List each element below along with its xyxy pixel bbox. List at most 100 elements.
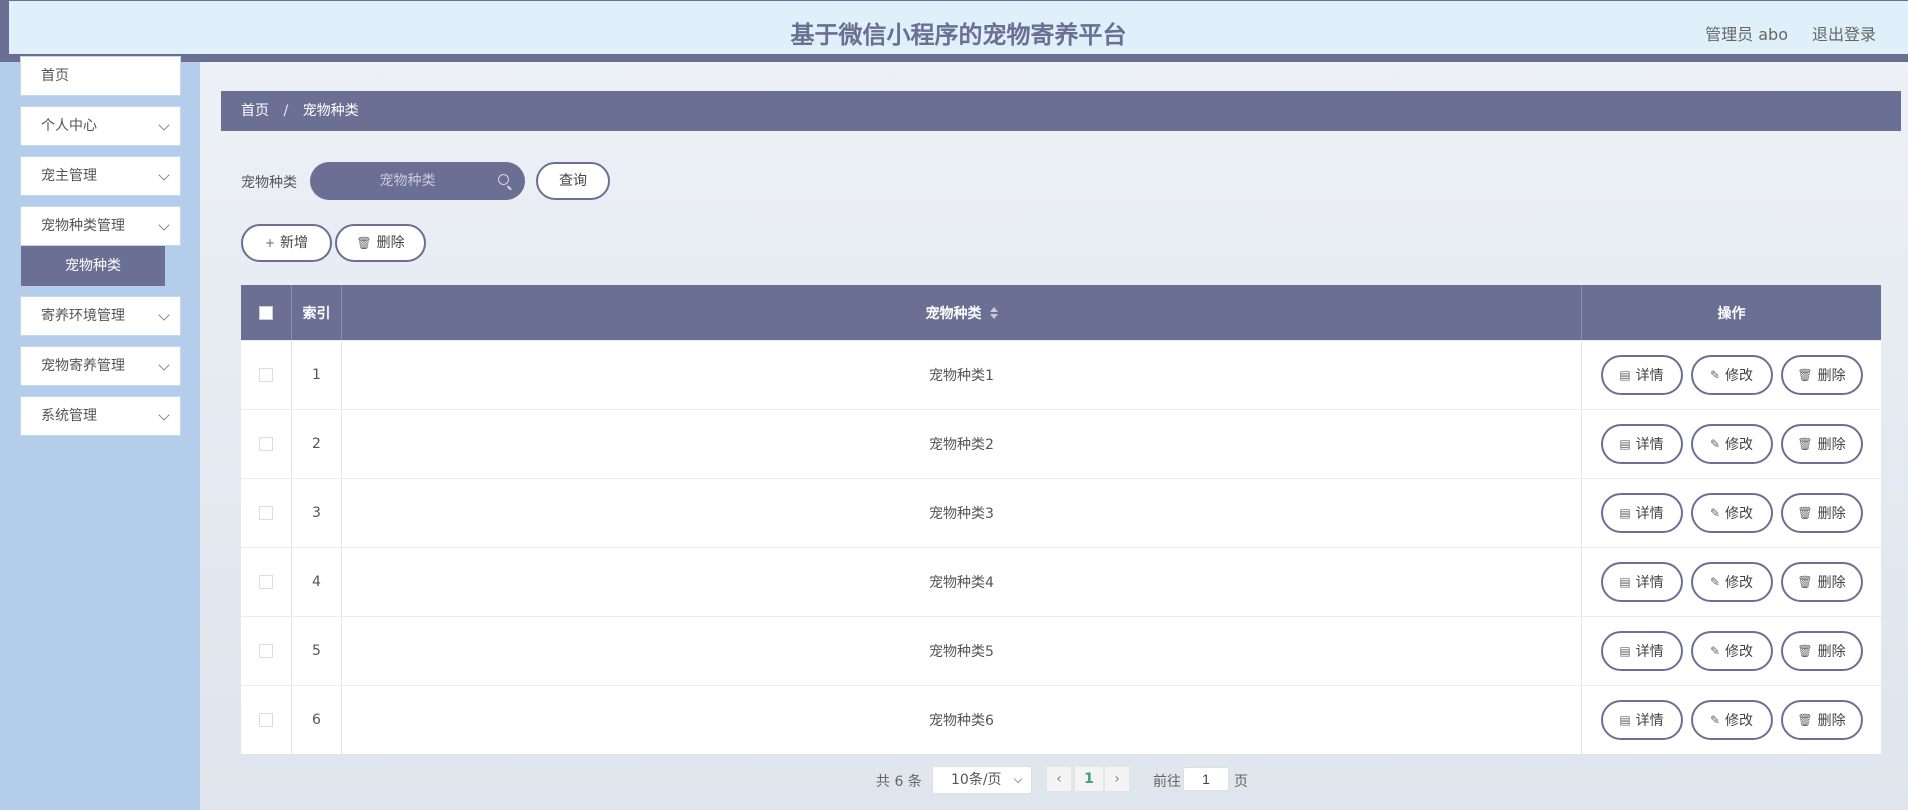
detail-label: 详情: [1635, 437, 1664, 453]
detail-label: 详情: [1635, 644, 1664, 660]
sidebar-item-label: 宠主管理: [41, 168, 97, 184]
row-index: 1: [291, 341, 341, 409]
edit-button[interactable]: ✎ 修改: [1690, 355, 1773, 395]
sidebar-item-home[interactable]: 首页: [20, 56, 181, 96]
header-pet-type-label: 宠物种类: [925, 305, 982, 322]
detail-button[interactable]: ▤ 详情: [1600, 493, 1683, 533]
trash-icon: 🗑: [1797, 368, 1813, 382]
sidebar-item-label: 寄养环境管理: [41, 308, 125, 324]
chevron-down-icon: [158, 359, 170, 371]
page-size-select[interactable]: 10条/页: [932, 766, 1032, 794]
document-icon: ▤: [1619, 713, 1631, 727]
sidebar-item-label: 系统管理: [41, 408, 97, 424]
delete-label: 删除: [1817, 575, 1846, 591]
sidebar-subitem-pet-type[interactable]: 宠物种类: [21, 246, 165, 286]
row-index: 5: [291, 617, 341, 685]
delete-label: 删除: [1817, 437, 1846, 453]
breadcrumb-separator: /: [283, 103, 289, 119]
trash-icon: 🗑: [356, 236, 372, 250]
chevron-down-icon: [158, 169, 170, 181]
row-index: 6: [291, 686, 341, 754]
delete-button[interactable]: 🗑 删除: [1780, 355, 1863, 395]
detail-button[interactable]: ▤ 详情: [1600, 562, 1683, 602]
breadcrumb: 首页 / 宠物种类: [221, 91, 1901, 131]
sidebar-item-label: 个人中心: [41, 118, 97, 134]
row-pet-type: 宠物种类5: [341, 617, 1581, 685]
row-checkbox[interactable]: [259, 437, 273, 451]
delete-button[interactable]: 🗑 删除: [1780, 631, 1863, 671]
chevron-down-icon: [1013, 774, 1023, 784]
add-button[interactable]: + 新增: [241, 224, 332, 262]
page-number[interactable]: 1: [1075, 767, 1103, 791]
header-index: 索引: [291, 285, 341, 340]
row-index: 3: [291, 479, 341, 547]
sidebar-item-boarding[interactable]: 宠物寄养管理: [20, 346, 181, 386]
delete-button[interactable]: 🗑 删除: [1780, 700, 1863, 740]
add-label: 新增: [280, 235, 309, 251]
trash-icon: 🗑: [1797, 644, 1813, 658]
row-pet-type: 宠物种类3: [341, 479, 1581, 547]
sidebar-item-environment[interactable]: 寄养环境管理: [20, 296, 181, 336]
header-pet-type[interactable]: 宠物种类: [341, 285, 1581, 340]
chevron-down-icon: [158, 409, 170, 421]
batch-delete-button[interactable]: 🗑 删除: [335, 224, 426, 262]
row-checkbox[interactable]: [259, 713, 273, 727]
detail-button[interactable]: ▤ 详情: [1600, 355, 1683, 395]
document-icon: ▤: [1619, 437, 1631, 451]
delete-label: 删除: [1817, 713, 1846, 729]
delete-button[interactable]: 🗑 删除: [1780, 424, 1863, 464]
search-input[interactable]: [322, 173, 493, 189]
table-row: 1 宠物种类1 ▤ 详情 ✎ 修改 🗑 删除: [241, 340, 1881, 409]
next-page-button[interactable]: ›: [1105, 767, 1129, 791]
row-index: 4: [291, 548, 341, 616]
row-checkbox[interactable]: [259, 506, 273, 520]
goto-page-input[interactable]: [1183, 767, 1229, 791]
page-size-value: 10条/页: [951, 772, 1002, 788]
detail-label: 详情: [1635, 368, 1664, 384]
document-icon: ▤: [1619, 644, 1631, 658]
query-button[interactable]: 查询: [536, 162, 610, 200]
row-checkbox[interactable]: [259, 368, 273, 382]
edit-button[interactable]: ✎ 修改: [1690, 424, 1773, 464]
top-header: 基于微信小程序的宠物寄养平台 管理员 abo 退出登录: [0, 0, 1908, 62]
edit-button[interactable]: ✎ 修改: [1690, 631, 1773, 671]
edit-label: 修改: [1725, 437, 1754, 453]
breadcrumb-home[interactable]: 首页: [241, 103, 269, 119]
edit-button[interactable]: ✎ 修改: [1690, 700, 1773, 740]
chevron-down-icon: [158, 219, 170, 231]
pencil-icon: ✎: [1709, 368, 1721, 382]
sidebar-item-pet-types[interactable]: 宠物种类管理: [20, 206, 181, 246]
chevron-down-icon: [158, 119, 170, 131]
pagination: 共 6 条 10条/页 ‹ 1 › 前往 页: [0, 765, 1908, 795]
sidebar-item-system[interactable]: 系统管理: [20, 396, 181, 436]
detail-button[interactable]: ▤ 详情: [1600, 631, 1683, 671]
table-row: 4 宠物种类4 ▤ 详情 ✎ 修改 🗑 删除: [241, 547, 1881, 616]
detail-button[interactable]: ▤ 详情: [1600, 424, 1683, 464]
edit-button[interactable]: ✎ 修改: [1690, 493, 1773, 533]
select-all-checkbox[interactable]: [259, 305, 273, 320]
logout-link[interactable]: 退出登录: [1812, 21, 1876, 45]
row-checkbox[interactable]: [259, 644, 273, 658]
delete-label: 删除: [1817, 644, 1846, 660]
delete-button[interactable]: 🗑 删除: [1780, 562, 1863, 602]
pencil-icon: ✎: [1709, 575, 1721, 589]
prev-page-button[interactable]: ‹: [1047, 767, 1071, 791]
delete-button[interactable]: 🗑 删除: [1780, 493, 1863, 533]
breadcrumb-current: 宠物种类: [302, 103, 359, 119]
chevron-down-icon: [158, 309, 170, 321]
plus-icon: +: [264, 236, 276, 250]
row-checkbox[interactable]: [259, 575, 273, 589]
edit-label: 修改: [1725, 713, 1754, 729]
pencil-icon: ✎: [1709, 713, 1721, 727]
edit-label: 修改: [1725, 575, 1754, 591]
sidebar-item-owners[interactable]: 宠主管理: [20, 156, 181, 196]
sort-icon[interactable]: [989, 306, 998, 319]
edit-label: 修改: [1725, 506, 1754, 522]
row-index: 2: [291, 410, 341, 478]
edit-button[interactable]: ✎ 修改: [1690, 562, 1773, 602]
goto-label: 前往: [1153, 774, 1181, 790]
table-row: 2 宠物种类2 ▤ 详情 ✎ 修改 🗑 删除: [241, 409, 1881, 478]
detail-button[interactable]: ▤ 详情: [1600, 700, 1683, 740]
document-icon: ▤: [1619, 575, 1631, 589]
sidebar-item-profile[interactable]: 个人中心: [20, 106, 181, 146]
